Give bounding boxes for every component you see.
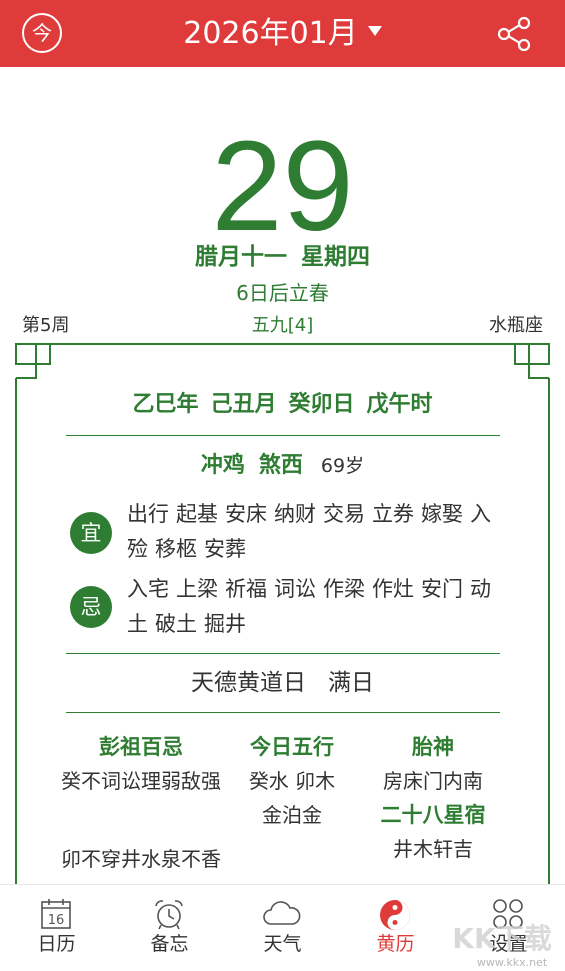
huangdao-day: 天德黄道日 bbox=[191, 670, 306, 696]
yi-item: 起基 bbox=[176, 502, 218, 526]
taishen-title: 胎神 bbox=[412, 735, 454, 759]
ji-item: 作灶 bbox=[372, 577, 414, 601]
month-selector[interactable]: 2026年01月 bbox=[0, 0, 565, 67]
yi-item: 嫁娶 bbox=[421, 502, 463, 526]
yi-item: 安床 bbox=[225, 502, 267, 526]
ji-item: 祈福 bbox=[225, 577, 267, 601]
ji-item: 上梁 bbox=[176, 577, 218, 601]
ji-item: 破土 bbox=[155, 612, 197, 636]
sha-text: 煞西 bbox=[258, 453, 303, 478]
yi-item: 交易 bbox=[323, 502, 365, 526]
yi-item: 纳财 bbox=[274, 502, 316, 526]
almanac-screen: 2026年01月 今 29 腊月十一 星期四 6日后立春 第5周 五九[4] 水瓶… bbox=[0, 0, 565, 971]
age-text: 69岁 bbox=[320, 455, 365, 477]
zodiac-sign: 水瓶座 bbox=[489, 315, 543, 336]
divider bbox=[66, 435, 500, 436]
nav-item-calendar[interactable]: 16 日历 bbox=[0, 885, 113, 971]
pengzu-column: 彭祖百忌 癸不词讼理弱敌强 bbox=[58, 730, 224, 798]
pengzu-line-1: 癸不词讼理弱敌强 bbox=[61, 769, 221, 793]
chong-sha-line: 冲鸡 煞西 69岁 bbox=[0, 449, 565, 484]
yi-list: 出行 起基 安床 纳财 交易 立券 嫁娶 入殓 移柩 安葬 bbox=[127, 497, 507, 567]
wuxing-line-2: 金泊金 bbox=[262, 803, 322, 827]
ganzhi-month: 己丑月 bbox=[210, 392, 277, 417]
wuxing-column: 今日五行 癸水 卯木 金泊金 bbox=[230, 730, 354, 832]
cloud-icon bbox=[263, 901, 301, 925]
nav-label-calendar: 日历 bbox=[37, 933, 76, 955]
ganzhi-day: 癸卯日 bbox=[288, 392, 355, 417]
ganzhi-hour: 戊午时 bbox=[366, 392, 433, 417]
ji-list: 入宅 上梁 祈福 词讼 作梁 作灶 安门 动土 破土 掘井 bbox=[127, 572, 507, 642]
ganzhi-line: 乙巳年 己丑月 癸卯日 戊午时 bbox=[0, 388, 565, 422]
watermark-url: www.kkx.net bbox=[477, 956, 548, 969]
yi-item: 安葬 bbox=[204, 537, 246, 561]
nav-label-weather: 天气 bbox=[263, 933, 302, 955]
month-title: 2026年01月 bbox=[183, 16, 358, 51]
nav-label-memo: 备忘 bbox=[150, 933, 189, 955]
ji-item: 词讼 bbox=[274, 577, 316, 601]
calendar-icon-day: 16 bbox=[48, 913, 65, 928]
yin-yang-icon bbox=[380, 900, 410, 930]
pengzu-title: 彭祖百忌 bbox=[99, 735, 183, 759]
jianchu-day: 满日 bbox=[328, 670, 374, 696]
day-type-line: 天德黄道日 满日 bbox=[0, 666, 565, 700]
yi-item: 移柩 bbox=[155, 537, 197, 561]
ji-badge: 忌 bbox=[70, 586, 112, 628]
nav-label-almanac: 黄历 bbox=[376, 933, 415, 955]
top-bar: 2026年01月 今 bbox=[0, 0, 565, 67]
nav-item-weather[interactable]: 天气 bbox=[226, 885, 339, 971]
pengzu-line-2: 卯不穿井水泉不香 bbox=[61, 847, 221, 871]
solar-term-countdown: 6日后立春 bbox=[236, 281, 329, 305]
calendar-icon: 16 bbox=[41, 899, 71, 929]
yi-item: 立券 bbox=[372, 502, 414, 526]
taishen-value: 房床门内南 bbox=[383, 769, 483, 793]
lunar-date-line: 腊月十一 星期四 bbox=[0, 240, 565, 274]
ji-item: 作梁 bbox=[323, 577, 365, 601]
shujiu-count: 五九[4] bbox=[251, 315, 314, 336]
lunar-date: 腊月十一 bbox=[195, 244, 287, 270]
nav-item-almanac[interactable]: 黄历 bbox=[339, 885, 452, 971]
chong-text: 冲鸡 bbox=[200, 453, 245, 478]
xingxiu-value: 井木轩吉 bbox=[393, 837, 473, 861]
yi-badge: 宜 bbox=[70, 512, 112, 554]
watermark-text: KK下载 bbox=[452, 922, 551, 955]
yi-item: 出行 bbox=[127, 502, 169, 526]
watermark-logo: KK下载 www.kkx.net bbox=[452, 922, 551, 969]
today-button[interactable]: 今 bbox=[22, 13, 62, 53]
ganzhi-year: 乙巳年 bbox=[132, 392, 199, 417]
ji-item: 安门 bbox=[421, 577, 463, 601]
ji-item: 掘井 bbox=[204, 612, 246, 636]
share-icon[interactable] bbox=[496, 16, 532, 52]
taishen-column: 胎神 房床门内南 二十八星宿 井木轩吉 bbox=[362, 730, 504, 866]
dropdown-arrow-icon bbox=[367, 25, 382, 36]
divider bbox=[66, 712, 500, 713]
alarm-clock-icon bbox=[155, 900, 183, 930]
divider bbox=[66, 653, 500, 654]
wuxing-title: 今日五行 bbox=[250, 735, 334, 759]
xingxiu-title: 二十八星宿 bbox=[380, 803, 486, 827]
nav-item-memo[interactable]: 备忘 bbox=[113, 885, 226, 971]
ji-item: 入宅 bbox=[127, 577, 169, 601]
weekday: 星期四 bbox=[301, 244, 370, 270]
wuxing-line-1: 癸水 卯木 bbox=[248, 769, 336, 793]
